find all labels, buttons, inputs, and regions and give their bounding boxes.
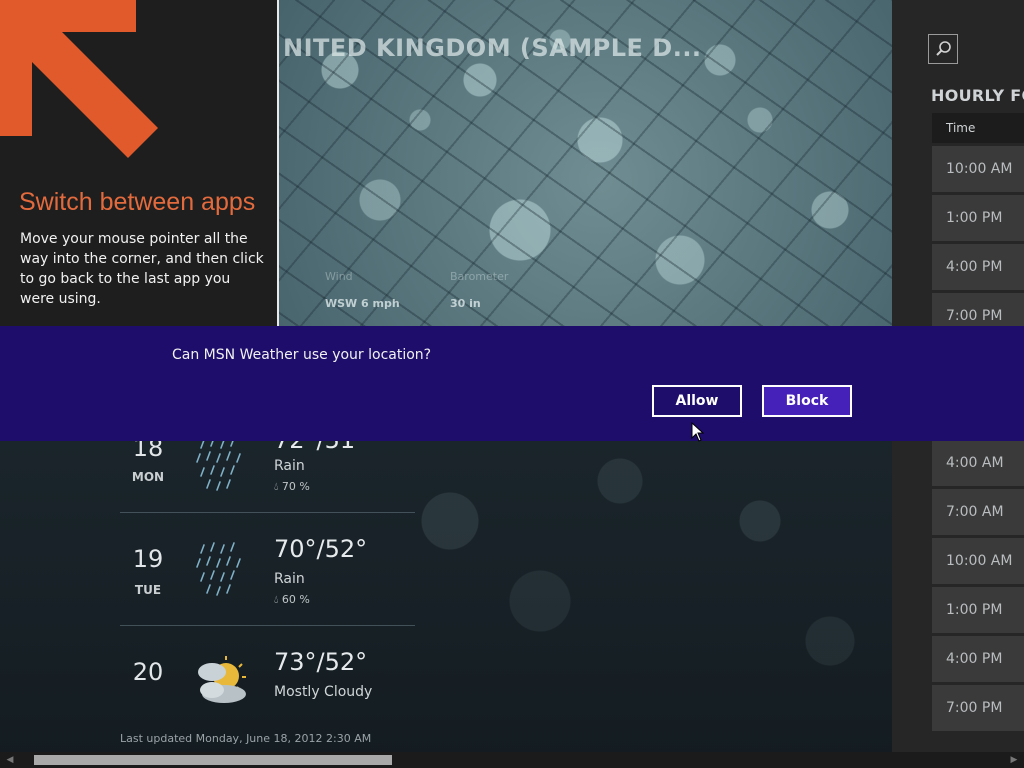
hourly-row[interactable]: 10:00 AM xyxy=(932,146,1024,192)
hourly-row[interactable]: 4:00 PM xyxy=(932,636,1024,682)
hourly-row[interactable]: 7:00 AM xyxy=(932,489,1024,535)
hourly-row[interactable]: 4:00 PM xyxy=(932,244,1024,290)
barometer-label: Barometer xyxy=(450,270,509,283)
forecast-day[interactable]: 19 TUE 70°/52° Rain 💧︎ 60 % xyxy=(120,533,415,645)
precip-value: 70 % xyxy=(281,480,310,493)
rain-icon xyxy=(196,437,241,491)
barometer-stat: Barometer 30 in xyxy=(450,270,508,310)
day-temps: 70°/52° xyxy=(274,535,368,563)
block-button[interactable]: Block xyxy=(762,385,852,417)
day-condition: Rain xyxy=(274,571,305,587)
day-date: 19 xyxy=(132,545,164,573)
partly-cloudy-icon xyxy=(198,656,246,703)
switch-apps-body: Move your mouse pointer all the way into… xyxy=(20,231,264,307)
day-date: 20 xyxy=(132,658,164,686)
wind-value: WSW 6 mph xyxy=(325,297,400,310)
forecast-divider xyxy=(120,625,415,626)
scroll-left-icon[interactable]: ◀ xyxy=(2,752,18,768)
day-precip: 💧︎ 60 % xyxy=(274,593,310,607)
horizontal-scrollbar[interactable]: ◀ ▶ xyxy=(0,752,1024,768)
switch-apps-tip: Switch between apps Move your mouse poin… xyxy=(0,0,279,328)
permission-question: Can MSN Weather use your location? xyxy=(172,347,432,363)
wind-stat: Wind WSW 6 mph xyxy=(325,270,400,310)
allow-button[interactable]: Allow xyxy=(652,385,742,417)
search-icon xyxy=(936,41,951,56)
day-precip: 💧︎ 70 % xyxy=(274,480,310,494)
day-of-week: TUE xyxy=(134,583,162,597)
location-title[interactable]: NITED KINGDOM (SAMPLE D... xyxy=(283,34,702,62)
day-condition: Mostly Cloudy xyxy=(274,684,373,700)
forecast-divider xyxy=(120,512,415,513)
hourly-time-header: Time xyxy=(932,113,1024,143)
corner-arrow-icon xyxy=(0,0,158,158)
barometer-value: 30 in xyxy=(450,297,481,310)
scrollbar-thumb[interactable] xyxy=(34,755,392,765)
day-temps: 73°/52° xyxy=(274,648,368,676)
hourly-forecast-title: HOURLY FO xyxy=(931,86,1024,105)
precip-value: 60 % xyxy=(281,593,310,606)
search-button[interactable] xyxy=(928,34,958,64)
raindrop-icon: 💧︎ xyxy=(274,593,279,606)
day-of-week: MON xyxy=(131,470,165,484)
weather-app-screen: NITED KINGDOM (SAMPLE D... Wind WSW 6 mp… xyxy=(0,0,1024,768)
scroll-right-icon[interactable]: ▶ xyxy=(1006,752,1022,768)
day-condition: Rain xyxy=(274,458,305,474)
location-permission-bar: Can MSN Weather use your location? Allow… xyxy=(0,326,1024,441)
hourly-row[interactable]: 1:00 PM xyxy=(932,587,1024,633)
last-updated: Last updated Monday, June 18, 2012 2:30 … xyxy=(120,732,372,745)
raindrop-icon: 💧︎ xyxy=(274,480,279,493)
hourly-row[interactable]: 4:00 AM xyxy=(932,440,1024,486)
switch-apps-title: Switch between apps xyxy=(19,188,256,216)
rain-icon xyxy=(196,542,241,596)
mouse-cursor-icon xyxy=(691,422,705,442)
wind-label: Wind xyxy=(325,270,353,283)
hourly-row[interactable]: 10:00 AM xyxy=(932,538,1024,584)
hourly-row[interactable]: 7:00 PM xyxy=(932,685,1024,731)
hourly-row[interactable]: 1:00 PM xyxy=(932,195,1024,241)
